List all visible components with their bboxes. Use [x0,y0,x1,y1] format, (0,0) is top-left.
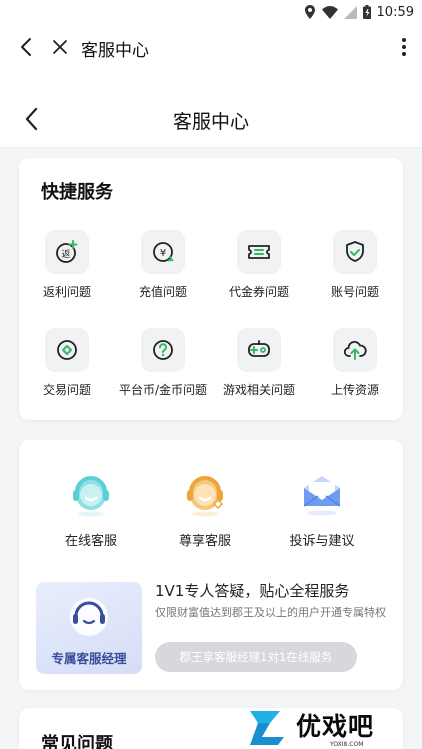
manager-headset-icon [70,598,108,636]
quick-item-trade[interactable]: 交易问题 [19,328,115,398]
quick-item-label: 游戏相关问题 [222,383,295,397]
quick-item-coin[interactable]: 平台币/金币问题 [115,328,211,398]
envelope-icon [303,476,341,516]
close-icon[interactable] [50,36,70,58]
quick-item-account[interactable]: 账号问题 [307,230,403,300]
quick-item-label: 交易问题 [42,383,91,397]
headset-icon [73,476,109,517]
exclusive-title: 1V1专人答疑，贴心全程服务 [155,582,350,600]
quick-services-title: 快捷服务 [41,182,113,203]
status-bar: 10:59 [0,0,422,24]
online-service-label: 在线客服 [64,534,117,549]
exclusive-manager-box[interactable]: 专属客服经理 [36,582,142,674]
vip-service-button[interactable]: 尊享客服 [150,468,260,549]
quick-item-game[interactable]: 游戏相关问题 [211,328,307,398]
gamepad-icon [237,328,281,372]
quick-item-upload[interactable]: 上传资源 [307,328,403,398]
quick-services-card: 快捷服务 返 返利问题 ¥ 充值问题 代金券问题 账号问题 交易问题 平台币/金… [19,158,403,420]
exclusive-service-button[interactable]: 郡王享客服经理1对1在线服务 [155,642,357,672]
page-title: 客服中心 [172,111,249,133]
contact-card: 在线客服 尊享客服 投诉与建议 专属客服经理 1V1专人答疑，贴心全程服务 仅限… [19,440,403,690]
account-shield-icon [333,230,377,274]
svg-text:返: 返 [61,248,70,260]
quick-item-recharge[interactable]: ¥ 充值问题 [115,230,211,300]
complaint-label: 投诉与建议 [289,534,355,549]
watermark-subtext: YOXI8.COM [330,741,364,748]
faq-title: 常见问题 [41,734,113,749]
wifi-icon [321,5,338,19]
cloud-upload-icon [333,328,377,372]
signal-icon [343,5,357,19]
quick-item-label: 上传资源 [330,383,379,397]
vip-headset-icon [187,476,224,517]
webview-toolbar: 客服中心 [0,24,422,70]
quick-services-grid: 返 返利问题 ¥ 充值问题 代金券问题 账号问题 交易问题 平台币/金币问题 游… [19,230,403,398]
back-arrow-icon[interactable] [17,36,37,58]
page-header: 客服中心 [0,70,422,148]
status-time: 10:59 [376,4,414,20]
coin-question-icon [141,328,185,372]
quick-item-label: 充值问题 [138,285,187,299]
watermark-text: 优戏吧 [296,711,375,741]
rebate-icon: 返 [45,230,89,274]
location-icon [304,5,315,19]
svg-text:¥: ¥ [160,248,166,259]
watermark-logo-icon [250,710,284,745]
quick-item-label: 代金券问题 [228,285,289,299]
trade-icon [45,328,89,372]
quick-item-label: 账号问题 [330,285,379,299]
more-vertical-icon[interactable] [400,36,408,58]
exclusive-manager-label: 专属客服经理 [51,651,127,666]
quick-item-label: 返利问题 [42,285,91,299]
complaint-button[interactable]: 投诉与建议 [267,468,377,549]
battery-icon [362,5,371,19]
exclusive-description: 仅限财富值达到郡王及以上的用户开通专属特权 [155,606,386,619]
webview-title: 客服中心 [81,41,149,61]
online-service-button[interactable]: 在线客服 [36,468,146,549]
voucher-icon [237,230,281,274]
quick-item-label: 平台币/金币问题 [118,383,208,397]
quick-item-rebate[interactable]: 返 返利问题 [19,230,115,300]
vip-service-label: 尊享客服 [178,534,231,549]
quick-item-voucher[interactable]: 代金券问题 [211,230,307,300]
recharge-icon: ¥ [141,230,185,274]
